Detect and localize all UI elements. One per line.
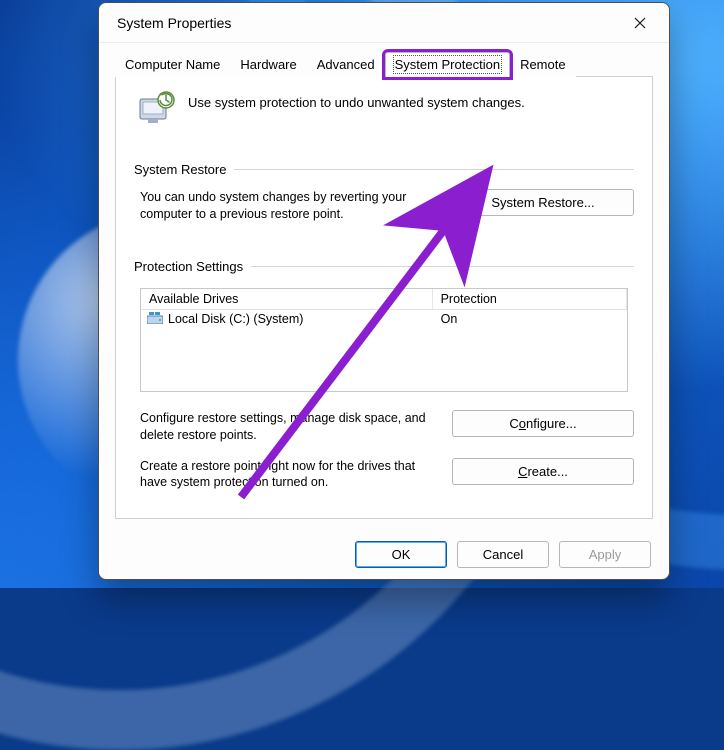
system-properties-dialog: System Properties Computer Name Hardware… (98, 2, 670, 580)
apply-button[interactable]: Apply (559, 541, 651, 568)
configure-button[interactable]: Configure... (452, 410, 634, 437)
configure-button-label: Configure... (509, 416, 576, 431)
cancel-button[interactable]: Cancel (457, 541, 549, 568)
ok-button-label: OK (392, 547, 411, 562)
drive-status: On (433, 312, 627, 327)
system-restore-desc: You can undo system changes by reverting… (134, 189, 436, 223)
col-protection[interactable]: Protection (433, 289, 627, 309)
restore-icon (136, 89, 176, 132)
client-area: Computer Name Hardware Advanced System P… (99, 43, 669, 529)
system-restore-row: You can undo system changes by reverting… (134, 189, 634, 223)
tab-system-protection[interactable]: System Protection (385, 52, 511, 77)
intro-text: Use system protection to undo unwanted s… (188, 89, 525, 110)
group-protection-settings: Protection Settings (134, 259, 634, 274)
window-title: System Properties (117, 15, 231, 31)
intro-row: Use system protection to undo unwanted s… (134, 89, 634, 132)
titlebar: System Properties (99, 3, 669, 43)
drives-header: Available Drives Protection (141, 289, 627, 310)
tab-advanced[interactable]: Advanced (307, 52, 385, 77)
dialog-footer: OK Cancel Apply (99, 529, 669, 579)
group-system-restore-label: System Restore (134, 162, 226, 177)
group-protection-settings-label: Protection Settings (134, 259, 243, 274)
system-restore-button-label: System Restore... (491, 195, 594, 210)
drive-name: Local Disk (C:) (System) (168, 312, 303, 326)
create-desc: Create a restore point right now for the… (134, 458, 436, 492)
drives-list[interactable]: Available Drives Protection (140, 288, 628, 392)
tab-computer-name[interactable]: Computer Name (115, 52, 230, 77)
system-restore-button[interactable]: System Restore... (452, 189, 634, 216)
create-button[interactable]: Create... (452, 458, 634, 485)
apply-button-label: Apply (589, 547, 622, 562)
drives-body: Local Disk (C:) (System) On (141, 310, 627, 391)
create-button-label: Create... (518, 464, 568, 479)
cancel-button-label: Cancel (483, 547, 523, 562)
drive-row[interactable]: Local Disk (C:) (System) On (141, 310, 627, 329)
col-available-drives[interactable]: Available Drives (141, 289, 433, 309)
create-row: Create a restore point right now for the… (134, 458, 634, 492)
drive-icon (147, 312, 163, 327)
configure-desc: Configure restore settings, manage disk … (134, 410, 436, 444)
ok-button[interactable]: OK (355, 541, 447, 568)
tab-hardware[interactable]: Hardware (230, 52, 306, 77)
tab-remote[interactable]: Remote (510, 52, 576, 77)
tab-page-system-protection: Use system protection to undo unwanted s… (115, 76, 653, 519)
tab-strip: Computer Name Hardware Advanced System P… (115, 51, 653, 76)
close-button[interactable] (617, 7, 663, 39)
tab-system-protection-label: System Protection (395, 57, 501, 72)
configure-row: Configure restore settings, manage disk … (134, 410, 634, 444)
close-icon (634, 17, 646, 29)
group-system-restore: System Restore (134, 162, 634, 177)
